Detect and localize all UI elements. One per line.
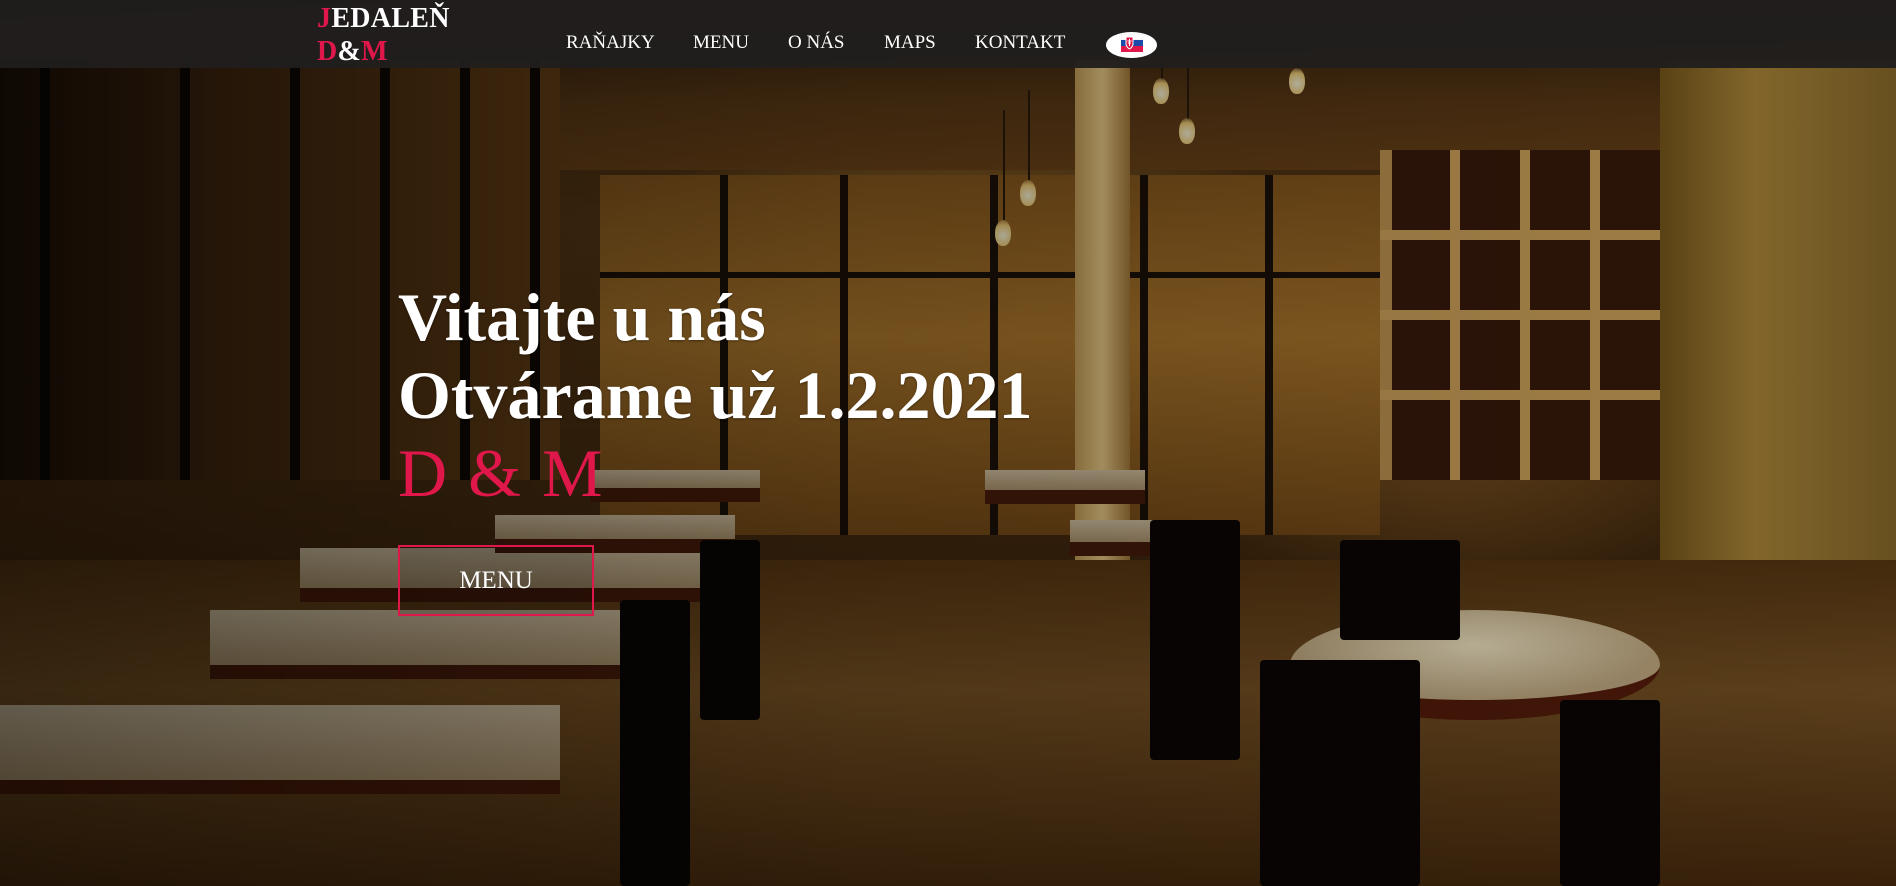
nav-item-o-nas[interactable]: O NÁS bbox=[788, 32, 844, 54]
logo-line-2: D&M bbox=[317, 35, 450, 68]
logo-word: EDALEŇ bbox=[331, 3, 450, 34]
nav-item-menu[interactable]: MENU bbox=[693, 32, 749, 54]
nav-item-ranajky[interactable]: RAŇAJKY bbox=[566, 32, 655, 54]
country-flag-icon bbox=[1120, 33, 1143, 57]
logo-ampersand: & bbox=[337, 36, 362, 67]
hero-heading: Vitajte u nás Otvárame už 1.2.2021 D & M bbox=[398, 278, 1033, 512]
welcome-title: Vitajte u nás bbox=[398, 279, 766, 355]
logo-initial: J bbox=[317, 3, 332, 34]
nav-item-maps[interactable]: MAPS bbox=[884, 32, 936, 54]
site-logo[interactable]: JEDALEŇ D&M bbox=[317, 2, 450, 68]
language-switcher[interactable] bbox=[1106, 32, 1157, 58]
menu-button[interactable]: MENU bbox=[398, 545, 594, 616]
nav-item-kontakt[interactable]: KONTAKT bbox=[975, 32, 1065, 54]
navbar: JEDALEŇ D&M RAŇAJKY MENU O NÁS MAPS KONT… bbox=[0, 0, 1896, 68]
logo-m: M bbox=[361, 36, 388, 67]
opening-date-title: Otvárame už 1.2.2021 bbox=[398, 357, 1033, 433]
logo-line-1: JEDALEŇ bbox=[317, 2, 450, 35]
brand-title: D & M bbox=[398, 435, 605, 511]
logo-d: D bbox=[317, 36, 338, 67]
